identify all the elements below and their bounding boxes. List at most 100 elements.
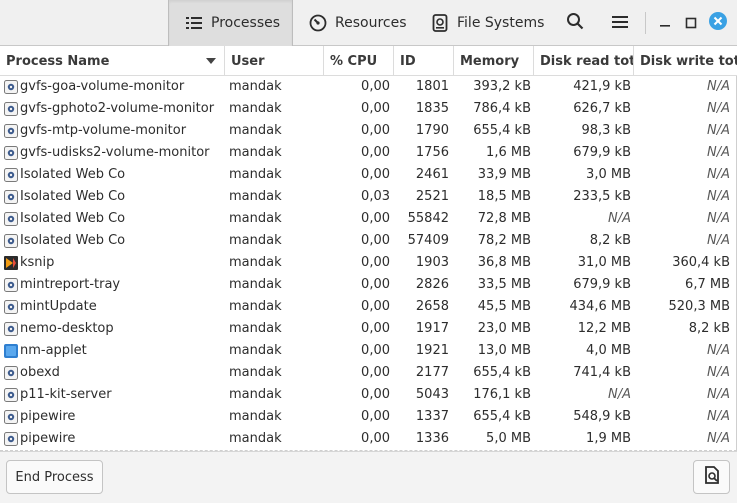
disk-write-cell: N/A	[707, 387, 730, 402]
end-process-button[interactable]: End Process	[6, 460, 103, 494]
user-cell: mandak	[229, 189, 282, 204]
user-cell: mandak	[229, 299, 282, 314]
disk-write-cell: N/A	[707, 123, 730, 138]
maximize-icon	[685, 14, 697, 33]
column-header-disk-read-total[interactable]: Disk read total	[534, 46, 634, 76]
table-row[interactable]: nm-applet mandak 0,00 1921 13,0 MB 4,0 MB N/A	[0, 340, 737, 362]
user-cell: mandak	[229, 145, 282, 160]
disk-write-cell: N/A	[707, 343, 730, 358]
table-row[interactable]: Isolated Web Co mandak 0,00 57409 78,2 MB 8,2…	[0, 230, 737, 252]
memory-cell: 36,8 MB	[477, 255, 531, 270]
disk-write-cell: N/A	[707, 211, 730, 226]
gear-icon	[4, 300, 18, 314]
column-header-process-name[interactable]: Process Name	[0, 46, 225, 76]
user-cell: mandak	[229, 211, 282, 226]
cpu-cell: 0,00	[361, 299, 390, 314]
cpu-cell: 0,00	[361, 431, 390, 446]
table-header: Process Name User % CPU ID Memory Disk r…	[0, 46, 737, 76]
disk-read-cell: N/A	[608, 387, 631, 402]
table-row[interactable]: Isolated Web Co mandak 0,03 2521 18,5 MB 233,…	[0, 186, 737, 208]
process-name-cell: gvfs-mtp-volume-monitor	[20, 123, 187, 138]
table-row[interactable]: pipewire mandak 0,00 1337 655,4 kB 548,9 kB N/…	[0, 406, 737, 428]
memory-cell: 33,5 MB	[477, 277, 531, 292]
process-name-cell: gvfs-udisks2-volume-monitor	[20, 145, 210, 160]
disk-read-cell: 12,2 MB	[577, 321, 631, 336]
table-row[interactable]: Isolated Web Co mandak 0,00 55842 72,8 MB N/A…	[0, 208, 737, 230]
search-icon	[566, 12, 584, 34]
column-header-label: Disk read total	[540, 53, 633, 69]
column-header-user[interactable]: User	[225, 46, 324, 76]
disk-write-cell: N/A	[707, 409, 730, 424]
user-cell: mandak	[229, 255, 282, 270]
user-cell: mandak	[229, 431, 282, 446]
sort-descending-icon	[206, 58, 216, 64]
maximize-button[interactable]	[676, 8, 706, 38]
column-header-id[interactable]: ID	[394, 46, 454, 76]
memory-cell: 78,2 MB	[477, 233, 531, 248]
disk-icon	[431, 14, 449, 32]
column-header-cpu[interactable]: % CPU	[324, 46, 394, 76]
memory-cell: 393,2 kB	[473, 79, 531, 94]
table-row[interactable]: p11-kit-server mandak 0,00 5043 176,1 kB N/A N…	[0, 384, 737, 406]
disk-write-cell: 8,2 kB	[688, 321, 730, 336]
disk-write-cell: N/A	[707, 365, 730, 380]
column-header-memory[interactable]: Memory	[454, 46, 534, 76]
gear-icon	[4, 234, 18, 248]
id-cell: 5043	[415, 387, 449, 402]
table-row[interactable]: mintreport-tray mandak 0,00 2826 33,5 MB 679,…	[0, 274, 737, 296]
disk-read-cell: 3,0 MB	[586, 167, 631, 182]
tab-resources[interactable]: Resources	[293, 0, 415, 46]
cpu-cell: 0,00	[361, 145, 390, 160]
table-row[interactable]: gvfs-gphoto2-volume-monitor mandak 0,00 183…	[0, 98, 737, 120]
table-row[interactable]: gvfs-mtp-volume-monitor mandak 0,00 1790 655…	[0, 120, 737, 142]
gear-icon	[4, 168, 18, 182]
memory-cell: 1,6 MB	[486, 145, 531, 160]
table-row[interactable]: pipewire mandak 0,00 1336 5,0 MB 1,9 MB N/A	[0, 428, 737, 450]
cpu-cell: 0,00	[361, 409, 390, 424]
table-row[interactable]: gvfs-goa-volume-monitor mandak 0,00 1801 393…	[0, 76, 737, 98]
table-row[interactable]: obexd mandak 0,00 2177 655,4 kB 741,4 kB N/A	[0, 362, 737, 384]
column-header-label: % CPU	[330, 53, 378, 69]
gear-icon	[4, 322, 18, 336]
tab-file-systems[interactable]: File Systems	[415, 0, 545, 46]
disk-read-cell: 626,7 kB	[573, 101, 631, 116]
disk-write-cell: N/A	[707, 189, 730, 204]
process-name-cell: nm-applet	[20, 343, 87, 358]
process-name-cell: nemo-desktop	[20, 321, 114, 336]
gear-icon	[4, 278, 18, 292]
disk-read-cell: 233,5 kB	[573, 189, 631, 204]
menu-button[interactable]	[605, 8, 635, 38]
table-row[interactable]: gvfs-udisks2-volume-monitor mandak 0,00 175…	[0, 142, 737, 164]
id-cell: 1337	[415, 409, 449, 424]
cpu-cell: 0,00	[361, 167, 390, 182]
gear-icon	[4, 388, 18, 402]
network-icon	[4, 344, 18, 358]
gear-icon	[4, 410, 18, 424]
cpu-cell: 0,00	[361, 233, 390, 248]
column-header-label: Process Name	[6, 53, 110, 69]
disk-write-cell: N/A	[707, 431, 730, 446]
table-row[interactable]: ksnip mandak 0,00 1903 36,8 MB 31,0 MB 360,4 k…	[0, 252, 737, 274]
footer-bar: End Process	[0, 451, 737, 503]
table-row[interactable]: mintUpdate mandak 0,00 2658 45,5 MB 434,6 MB 5…	[0, 296, 737, 318]
id-cell: 2461	[415, 167, 449, 182]
disk-read-cell: 98,3 kB	[581, 123, 631, 138]
process-name-cell: Isolated Web Co	[20, 211, 126, 226]
user-cell: mandak	[229, 167, 282, 182]
gear-icon	[4, 124, 18, 138]
table-row[interactable]: Isolated Web Co mandak 0,00 2461 33,9 MB 3,0 …	[0, 164, 737, 186]
column-header-disk-write-total[interactable]: Disk write tota	[634, 46, 737, 76]
close-button[interactable]	[703, 8, 733, 38]
cpu-cell: 0,00	[361, 255, 390, 270]
id-cell: 2826	[415, 277, 449, 292]
ksnip-icon	[4, 256, 18, 270]
column-header-label: Memory	[460, 53, 520, 69]
id-cell: 55842	[407, 211, 449, 226]
column-header-label: User	[231, 53, 265, 69]
tab-processes[interactable]: Processes	[168, 0, 293, 46]
system-monitor-window: Processes Resources File Systems Process…	[0, 0, 737, 503]
process-name-cell: pipewire	[20, 409, 76, 424]
search-button[interactable]	[560, 8, 590, 38]
table-row[interactable]: nemo-desktop mandak 0,00 1917 23,0 MB 12,2 MB…	[0, 318, 737, 340]
properties-button[interactable]	[693, 460, 730, 494]
